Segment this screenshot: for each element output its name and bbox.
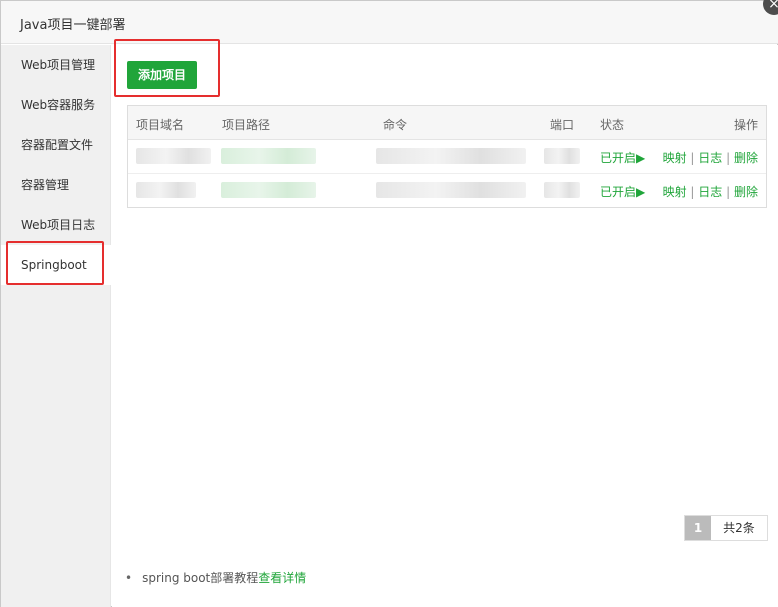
tip-line: • spring boot部署教程查看详情	[125, 569, 306, 586]
status-running-toggle[interactable]: 已开启▶	[600, 149, 645, 166]
map-link[interactable]: 映射	[663, 185, 687, 199]
column-header-domain: 项目域名	[136, 118, 185, 132]
page-total-count: 共2条	[711, 516, 767, 540]
row-actions: 映射 | 日志 | 删除	[663, 149, 758, 166]
main-panel: 添加项目 项目域名 项目路径 命令 端口 状态 操作 已开启▶ 映射 | 日志	[112, 45, 778, 607]
column-header-command: 命令	[383, 118, 408, 132]
column-header-actions: 操作	[733, 118, 758, 132]
sidebar-item-web-project-manage[interactable]: Web项目管理	[1, 45, 111, 85]
table-row: 已开启▶ 映射 | 日志 | 删除	[128, 140, 766, 174]
delete-link[interactable]: 删除	[734, 151, 758, 165]
bullet-icon: •	[125, 571, 133, 585]
blurred-port	[544, 182, 580, 198]
action-separator: |	[726, 185, 734, 199]
map-link[interactable]: 映射	[663, 151, 687, 165]
sidebar-item-container-manage[interactable]: 容器管理	[1, 165, 111, 205]
project-table: 项目域名 项目路径 命令 端口 状态 操作 已开启▶ 映射 | 日志 | 删除 …	[127, 105, 767, 208]
table-header: 项目域名 项目路径 命令 端口 状态 操作	[128, 106, 766, 140]
status-running-toggle[interactable]: 已开启▶	[600, 183, 645, 200]
blurred-path	[221, 148, 316, 164]
blurred-port	[544, 148, 580, 164]
highlight-box-springboot	[6, 241, 104, 285]
blurred-domain	[136, 182, 196, 198]
blurred-domain	[136, 148, 211, 164]
blurred-path	[221, 182, 316, 198]
sidebar-item-container-config[interactable]: 容器配置文件	[1, 125, 111, 165]
sidebar-item-web-project-log[interactable]: Web项目日志	[1, 205, 111, 245]
column-header-path: 项目路径	[222, 118, 271, 132]
table-row: 已开启▶ 映射 | 日志 | 删除	[128, 174, 766, 208]
deploy-dialog: Java项目一键部署 × Web项目管理 Web容器服务 容器配置文件 容器管理…	[0, 0, 778, 607]
dialog-titlebar: Java项目一键部署	[1, 1, 778, 44]
dialog-title: Java项目一键部署	[20, 18, 126, 33]
tip-detail-link[interactable]: 查看详情	[258, 571, 306, 585]
blurred-command	[376, 182, 526, 198]
row-actions: 映射 | 日志 | 删除	[663, 183, 758, 200]
delete-link[interactable]: 删除	[734, 185, 758, 199]
page-number-current[interactable]: 1	[685, 516, 711, 540]
sidebar: Web项目管理 Web容器服务 容器配置文件 容器管理 Web项目日志 Spri…	[1, 45, 111, 607]
highlight-box-add-project	[114, 39, 220, 97]
sidebar-item-web-container-service[interactable]: Web容器服务	[1, 85, 111, 125]
tip-text: spring boot部署教程	[142, 571, 259, 585]
column-header-status: 状态	[600, 118, 625, 132]
pagination: 1 共2条	[684, 515, 768, 541]
blurred-command	[376, 148, 526, 164]
column-header-port: 端口	[550, 118, 575, 132]
log-link[interactable]: 日志	[698, 185, 722, 199]
action-separator: |	[726, 151, 734, 165]
log-link[interactable]: 日志	[698, 151, 722, 165]
